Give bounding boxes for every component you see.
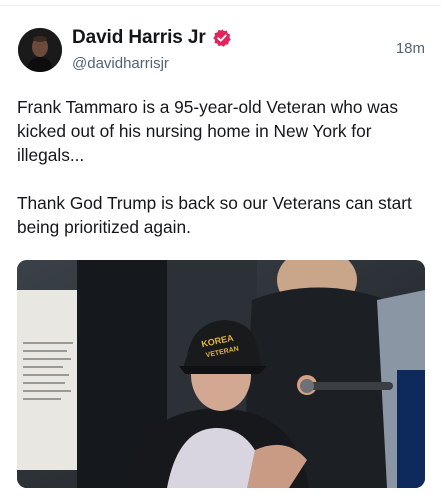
author-avatar[interactable] <box>18 28 62 72</box>
display-name-row: David Harris Jr <box>72 26 232 50</box>
post-body-text: Frank Tammaro is a 95-year-old Veteran w… <box>17 97 412 237</box>
author-display-name[interactable]: David Harris Jr <box>72 27 206 49</box>
author-name-block: David Harris Jr @davidharrisjr <box>72 26 232 72</box>
post-header: David Harris Jr @davidharrisjr 18m <box>16 22 425 78</box>
veteran-press-photo: KOREA VETERAN <box>17 260 425 488</box>
post-timestamp[interactable]: 18m <box>396 40 425 57</box>
post-media-photo[interactable]: KOREA VETERAN <box>17 260 425 488</box>
verified-badge-icon <box>212 28 232 48</box>
top-divider <box>0 0 441 6</box>
author-handle[interactable]: @davidharrisjr <box>72 55 232 72</box>
avatar-photo-icon <box>18 28 62 72</box>
